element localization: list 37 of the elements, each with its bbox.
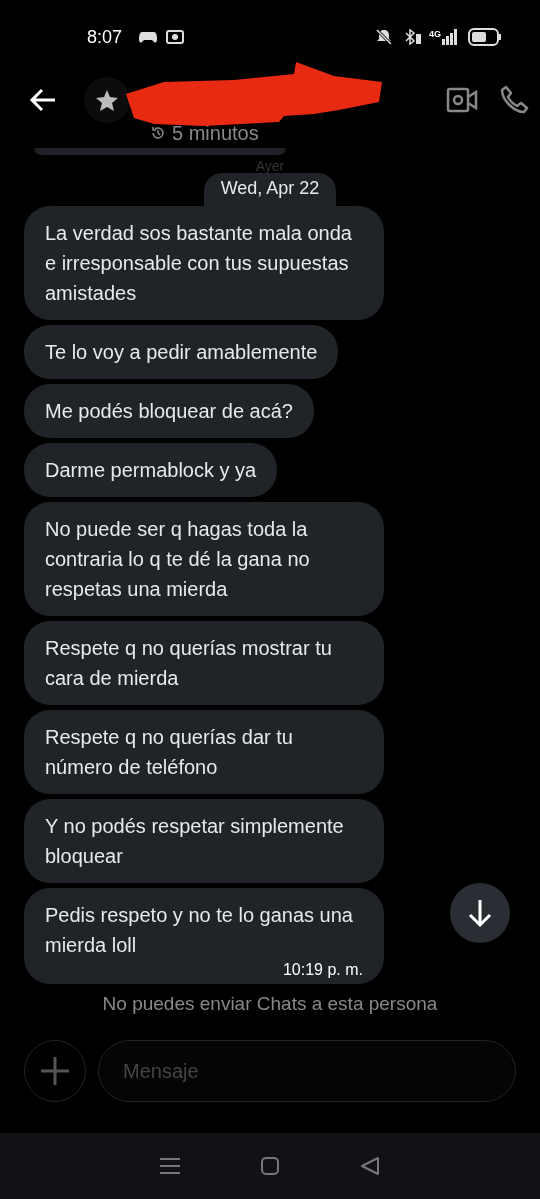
message-bubble: La verdad sos bastante mala onda e irresponsable con tus supuestas amistades xyxy=(24,206,384,320)
message-text: Pedis respeto y no te lo ganas una mierda loll xyxy=(45,903,354,958)
home-square-icon[interactable] xyxy=(260,1156,280,1176)
message-bubble: Me podés bloquear de acá? xyxy=(24,384,314,438)
date-chip: Wed, Apr 22 xyxy=(203,173,337,206)
message-time: 10:19 p. m. xyxy=(282,960,363,980)
status-time: 8:07 xyxy=(87,25,123,49)
message-bubble: Darme permablock y ya xyxy=(24,443,278,497)
muted-bell-icon xyxy=(375,28,393,46)
message-bubble: Respete q no querías dar tu número de teléfono xyxy=(24,710,384,794)
bluetooth-icon xyxy=(403,28,423,46)
network-type: 4G xyxy=(429,28,441,41)
disappearing-timer-label: 5 minutos xyxy=(172,121,259,146)
back-triangle-icon[interactable] xyxy=(360,1156,380,1176)
down-arrow-icon xyxy=(467,898,493,928)
message-field[interactable]: Mensaje xyxy=(98,1040,516,1102)
video-call-button[interactable] xyxy=(446,87,478,113)
blocked-notice: No puedes enviar Chats a esta persona xyxy=(102,992,438,1016)
message-bubble: Te lo voy a pedir amablemente xyxy=(24,325,339,379)
game-controller-icon xyxy=(138,29,159,45)
screen-record-icon xyxy=(166,29,185,45)
star-icon xyxy=(95,89,119,111)
avatar[interactable] xyxy=(84,77,130,123)
timer-icon xyxy=(150,125,166,141)
phone-icon xyxy=(500,85,530,115)
message-bubble: Y no podés respetar simplemente bloquear xyxy=(24,799,384,883)
scroll-down-button[interactable] xyxy=(450,883,510,943)
signal-icon xyxy=(442,29,458,45)
video-camera-icon xyxy=(446,87,478,113)
message-bubble: Respete q no querías mostrar tu cara de mierda xyxy=(24,621,384,705)
message-input[interactable]: Mensaje xyxy=(123,1056,491,1086)
menu-icon[interactable] xyxy=(160,1157,180,1175)
plus-icon xyxy=(40,1056,70,1086)
message-bubble: No puede ser q hagas toda la contraria lo q te dé la gana no respetas una mierda xyxy=(24,502,384,616)
battery-icon xyxy=(468,28,502,46)
back-arrow-icon xyxy=(29,88,57,112)
phone-call-button[interactable] xyxy=(500,85,530,115)
